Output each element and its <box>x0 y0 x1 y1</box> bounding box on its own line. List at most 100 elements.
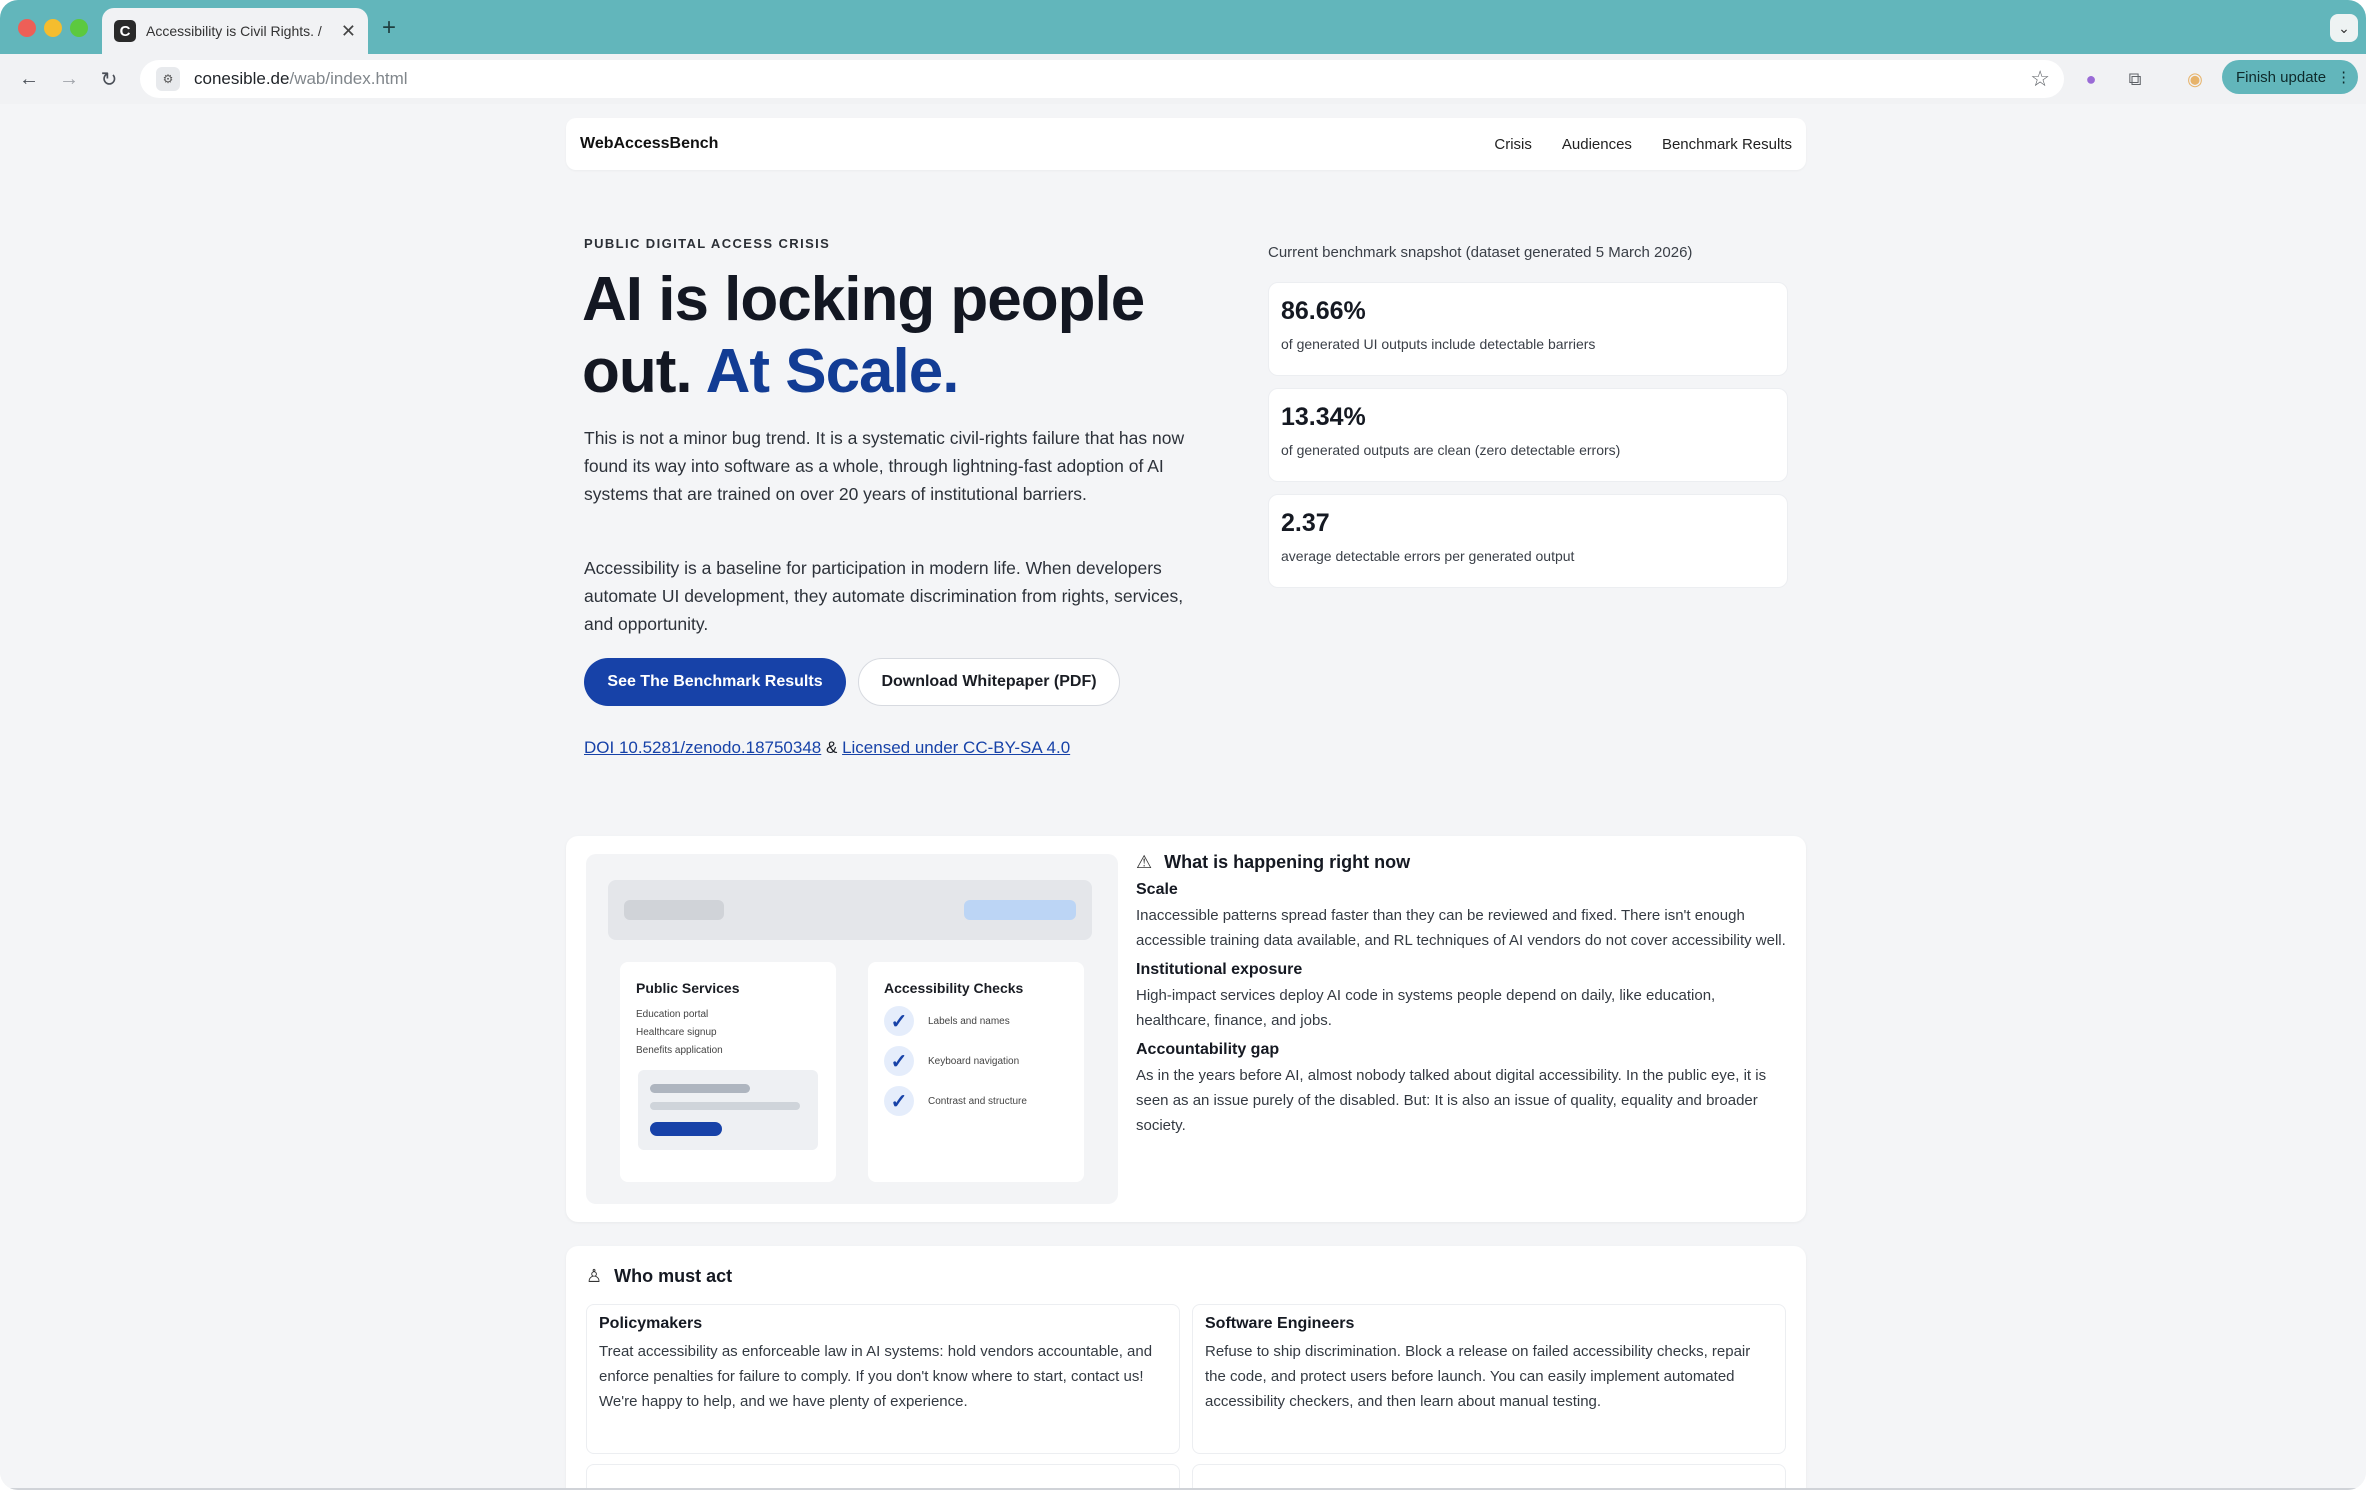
check-label: Labels and names <box>928 1015 1010 1027</box>
hero-title-accent: At Scale. <box>705 337 960 406</box>
address-bar[interactable]: ⚙ conesible.de/wab/index.html ☆ <box>140 60 2064 98</box>
subsection-heading: Scale <box>1136 881 1178 898</box>
active-tab[interactable]: C Accessibility is Civil Rights. / ✕ <box>102 8 368 54</box>
illustration-list-item: Benefits application <box>636 1045 723 1056</box>
more-menu-icon: ⋮ <box>2336 69 2352 86</box>
role-title: Policymakers <box>599 1315 703 1332</box>
illustration-button-mock <box>650 1122 722 1136</box>
back-arrow-icon[interactable]: ← <box>14 64 44 94</box>
role-card-partial <box>586 1464 1180 1490</box>
citation-links: DOI 10.5281/zenodo.18750348 & Licensed u… <box>584 738 1070 758</box>
stat-card: 13.34% of generated outputs are clean (z… <box>1268 388 1788 482</box>
tab-search-chevron-icon[interactable]: ⌄ <box>2330 14 2358 42</box>
browser-window: C Accessibility is Civil Rights. / ✕ + ⌄… <box>0 0 2366 1490</box>
tab-title: Accessibility is Civil Rights. / <box>146 23 322 39</box>
stat-card: 2.37 average detectable errors per gener… <box>1268 494 1788 588</box>
section-title: Who must act <box>614 1266 733 1286</box>
checkmark-icon: ✓ <box>884 1046 914 1076</box>
illustration-placeholder <box>624 900 724 920</box>
check-label: Keyboard navigation <box>928 1055 1020 1067</box>
nav-links: Crisis Audiences Benchmark Results <box>1494 136 1792 153</box>
subsection-heading: Institutional exposure <box>1136 961 1303 978</box>
see-benchmark-results-button[interactable]: See The Benchmark Results <box>584 658 846 706</box>
role-card-software-engineers: Software Engineers Refuse to ship discri… <box>1192 1304 1786 1454</box>
hero-paragraph-1: This is not a minor bug trend. It is a s… <box>584 428 1185 504</box>
person-icon: ♙ <box>586 1266 603 1286</box>
nav-link-benchmark-results[interactable]: Benchmark Results <box>1662 136 1792 153</box>
snapshot-label: Current benchmark snapshot (dataset gene… <box>1268 244 1693 261</box>
extension-puzzle-icon[interactable]: ⧉ <box>2122 66 2148 92</box>
license-link[interactable]: Licensed under CC-BY-SA 4.0 <box>842 738 1070 757</box>
hero-kicker: PUBLIC DIGITAL ACCESS CRISIS <box>584 236 831 251</box>
illustration-header-bar <box>608 880 1092 940</box>
forward-arrow-icon[interactable]: → <box>54 64 84 94</box>
check-row: ✓ Keyboard navigation <box>884 1046 1068 1076</box>
close-window-button[interactable] <box>18 19 36 37</box>
subsection-heading: Accountability gap <box>1136 1041 1280 1058</box>
section-title-row: ♙ Who must act <box>586 1266 732 1287</box>
role-text: Refuse to ship discrimination. Block a r… <box>1205 1343 1751 1410</box>
bookmark-star-icon[interactable]: ☆ <box>2030 66 2050 92</box>
illustration-public-services-card: Public Services Education portal Healthc… <box>620 962 836 1182</box>
role-card-policymakers: Policymakers Treat accessibility as enfo… <box>586 1304 1180 1454</box>
stat-label: average detectable errors per generated … <box>1281 548 1575 564</box>
subsection-text: Inaccessible patterns spread faster than… <box>1136 907 1786 949</box>
illustration-accessibility-checks-card: Accessibility Checks ✓ Labels and names … <box>868 962 1084 1182</box>
hero-paragraph-2: Accessibility is a baseline for particip… <box>584 558 1184 634</box>
site-settings-icon[interactable]: ⚙ <box>156 67 180 91</box>
site-brand[interactable]: WebAccessBench <box>580 135 718 153</box>
section-title-row: ⚠ What is happening right now <box>1136 852 1790 873</box>
illustration-list-item: Healthcare signup <box>636 1027 717 1038</box>
check-row: ✓ Contrast and structure <box>884 1086 1068 1116</box>
role-title: Software Engineers <box>1205 1315 1355 1332</box>
subsection-text: As in the years before AI, almost nobody… <box>1136 1067 1767 1134</box>
nav-link-audiences[interactable]: Audiences <box>1562 136 1632 153</box>
hero-title: AI is locking people out. At Scale. <box>582 264 1202 408</box>
maximize-window-button[interactable] <box>70 19 88 37</box>
who-must-act-section: ♙ Who must act Policymakers Treat access… <box>566 1246 1806 1490</box>
illustration-line <box>650 1084 750 1093</box>
subsection-text: High-impact services deploy AI code in s… <box>1136 987 1716 1029</box>
stat-label: of generated UI outputs include detectab… <box>1281 336 1596 352</box>
stat-value: 13.34% <box>1281 403 1366 431</box>
doi-link[interactable]: DOI 10.5281/zenodo.18750348 <box>584 738 821 757</box>
illustration-card-title: Accessibility Checks <box>884 980 1024 996</box>
browser-toolbar: ← → ↻ ⚙ conesible.de/wab/index.html ☆ ● … <box>0 54 2366 104</box>
site-navbar: WebAccessBench Crisis Audiences Benchmar… <box>566 118 1806 170</box>
illustration-card-title: Public Services <box>636 980 740 996</box>
check-row: ✓ Labels and names <box>884 1006 1068 1036</box>
tab-strip: C Accessibility is Civil Rights. / ✕ + ⌄ <box>0 0 2366 54</box>
checkmark-icon: ✓ <box>884 1086 914 1116</box>
warning-triangle-icon: ⚠ <box>1136 852 1153 872</box>
stat-value: 86.66% <box>1281 297 1366 325</box>
finish-update-label: Finish update <box>2236 68 2327 86</box>
role-text: Treat accessibility as enforceable law i… <box>599 1343 1153 1410</box>
role-card-partial <box>1192 1464 1786 1490</box>
profile-avatar-icon[interactable]: ◉ <box>2182 66 2208 92</box>
new-tab-button[interactable]: + <box>382 14 396 42</box>
tab-close-icon[interactable]: ✕ <box>341 21 356 42</box>
ui-illustration: Public Services Education portal Healthc… <box>586 854 1118 1204</box>
hero-title-line2: out. <box>582 337 693 406</box>
links-separator: & <box>826 738 838 757</box>
minimize-window-button[interactable] <box>44 19 62 37</box>
download-whitepaper-button[interactable]: Download Whitepaper (PDF) <box>858 658 1120 706</box>
reload-icon[interactable]: ↻ <box>94 64 124 94</box>
stat-card: 86.66% of generated UI outputs include d… <box>1268 282 1788 376</box>
checkmark-icon: ✓ <box>884 1006 914 1036</box>
illustration-placeholder <box>964 900 1076 920</box>
extension-icon[interactable]: ● <box>2078 66 2104 92</box>
site-favicon-icon: C <box>114 20 136 42</box>
hero-title-line1: AI is locking people <box>582 265 1145 334</box>
section-title: What is happening right now <box>1164 852 1411 872</box>
stat-value: 2.37 <box>1281 509 1330 537</box>
illustration-line <box>650 1102 800 1110</box>
nav-link-crisis[interactable]: Crisis <box>1494 136 1532 153</box>
happening-section: Public Services Education portal Healthc… <box>566 836 1806 1222</box>
check-label: Contrast and structure <box>928 1095 1027 1107</box>
stat-label: of generated outputs are clean (zero det… <box>1281 442 1621 458</box>
finish-update-button[interactable]: Finish update ⋮ <box>2222 60 2358 94</box>
happening-text: ⚠ What is happening right now Scale Inac… <box>1136 852 1790 1138</box>
page-viewport: WebAccessBench Crisis Audiences Benchmar… <box>0 104 2366 1490</box>
url-path: /wab/index.html <box>289 69 408 88</box>
